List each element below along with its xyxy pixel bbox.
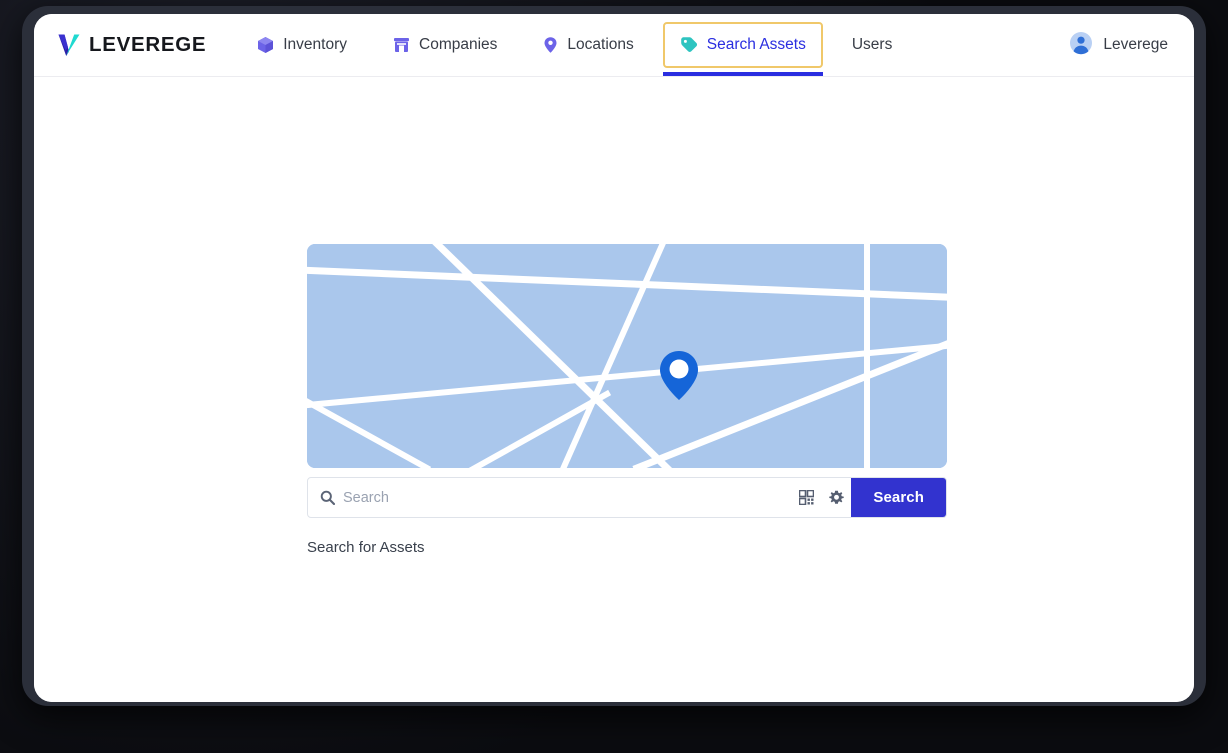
- search-input[interactable]: [343, 478, 792, 517]
- magnifier-icon: [308, 478, 343, 517]
- map-graphic: [307, 244, 947, 468]
- tag-icon: [680, 36, 698, 54]
- search-button[interactable]: Search: [851, 478, 946, 517]
- leverege-v-logo-icon: [58, 34, 80, 56]
- avatar-icon: [1069, 31, 1093, 60]
- user-menu[interactable]: Leverege: [1069, 14, 1194, 76]
- brand-logo[interactable]: LEVEREGE: [34, 14, 206, 76]
- nav-item-label: Inventory: [283, 36, 348, 53]
- app-window-content: LEVEREGE Inventory Companies Locations S…: [34, 14, 1194, 702]
- nav-item-inventory[interactable]: Inventory: [240, 14, 364, 76]
- page-body: Search Search for Assets: [34, 77, 1194, 702]
- building-icon: [393, 36, 410, 54]
- nav-item-locations[interactable]: Locations: [526, 14, 650, 76]
- nav-item-users[interactable]: Users: [835, 14, 909, 76]
- map-pin-icon: [543, 36, 558, 54]
- nav-item-label: Locations: [567, 36, 634, 53]
- nav-item-label: Companies: [419, 36, 498, 53]
- nav-item-list: Inventory Companies Locations Search Ass…: [234, 14, 915, 76]
- asset-search-panel: Search Search for Assets: [307, 244, 947, 556]
- top-navigation-bar: LEVEREGE Inventory Companies Locations S…: [34, 14, 1194, 77]
- results-hint-text: Search for Assets: [307, 539, 425, 556]
- nav-item-label: Users: [851, 36, 893, 53]
- map-placeholder[interactable]: [307, 244, 947, 468]
- nav-item-label: Search Assets: [706, 36, 806, 53]
- active-tab-underline: [662, 72, 823, 76]
- qr-scan-icon[interactable]: [791, 478, 821, 517]
- cube-icon: [257, 36, 274, 54]
- desktop-backdrop: LEVEREGE Inventory Companies Locations S…: [0, 0, 1228, 753]
- user-name-label: Leverege: [1103, 36, 1168, 53]
- gear-icon[interactable]: [821, 478, 851, 517]
- search-bar: Search: [307, 477, 947, 518]
- brand-name: LEVEREGE: [89, 33, 207, 56]
- app-window: LEVEREGE Inventory Companies Locations S…: [22, 6, 1206, 706]
- nav-item-search-assets[interactable]: Search Assets: [662, 22, 823, 76]
- nav-item-companies[interactable]: Companies: [376, 14, 514, 76]
